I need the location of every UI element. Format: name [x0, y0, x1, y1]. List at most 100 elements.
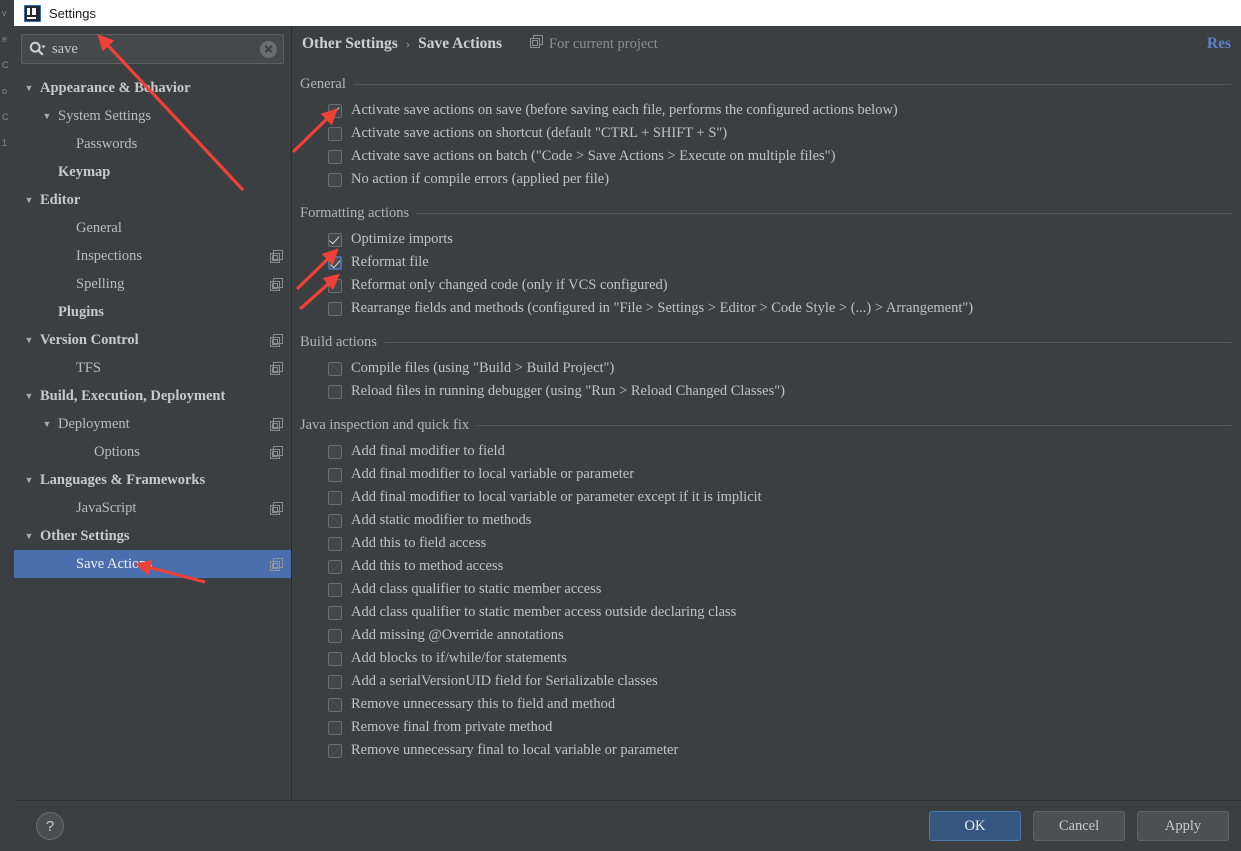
sidebar-item-spelling[interactable]: Spelling	[14, 270, 291, 298]
checkbox-unchecked[interactable]	[328, 582, 342, 597]
chevron-down-icon[interactable]: ▼	[22, 531, 36, 541]
checkbox-unchecked[interactable]	[328, 628, 342, 643]
section-title: Build actions	[300, 334, 377, 350]
section-header-general: General	[292, 76, 1231, 93]
checkbox-label: Remove unnecessary this to field and met…	[351, 696, 616, 712]
checkbox-unchecked[interactable]	[328, 697, 342, 712]
settings-tree[interactable]: ▼ Appearance & Behavior ▼ System Settings Pa…	[14, 70, 291, 800]
sidebar-item-languages-frameworks[interactable]: ▼ Languages & Frameworks	[14, 466, 291, 494]
sidebar-item-label: TFS	[76, 359, 101, 376]
checkbox-row[interactable]: Add static modifier to methods	[292, 509, 1231, 532]
sidebar-item-appearance-behavior[interactable]: ▼ Appearance & Behavior	[14, 74, 291, 102]
checkbox-label: Reformat only changed code (only if VCS …	[351, 277, 668, 293]
sidebar-item-passwords[interactable]: Passwords	[14, 130, 291, 158]
checkbox-unchecked[interactable]	[328, 490, 342, 505]
checkbox-unchecked[interactable]	[328, 301, 342, 316]
checkbox-row[interactable]: Activate save actions on batch ("Code > …	[292, 145, 1231, 168]
checkbox-row[interactable]: Add class qualifier to static member acc…	[292, 601, 1231, 624]
checkbox-row[interactable]: Reformat only changed code (only if VCS …	[292, 274, 1231, 297]
sidebar-item-label: Build, Execution, Deployment	[40, 387, 226, 404]
sidebar-item-javascript[interactable]: JavaScript	[14, 494, 291, 522]
chevron-down-icon[interactable]: ▼	[22, 335, 36, 345]
sidebar-item-options[interactable]: Options	[14, 438, 291, 466]
checkbox-unchecked[interactable]	[328, 467, 342, 482]
sidebar-item-deployment[interactable]: ▼ Deployment	[14, 410, 291, 438]
project-scope-icon	[270, 501, 283, 515]
chevron-down-icon[interactable]: ▼	[22, 83, 36, 93]
sidebar-item-inspections[interactable]: Inspections	[14, 242, 291, 270]
checkbox-row[interactable]: Add final modifier to local variable or …	[292, 486, 1231, 509]
checkbox-unchecked[interactable]	[328, 674, 342, 689]
help-button[interactable]: ?	[36, 812, 64, 840]
checkbox-row[interactable]: Add class qualifier to static member acc…	[292, 578, 1231, 601]
checkbox-row[interactable]: Add this to method access	[292, 555, 1231, 578]
checkbox-checked[interactable]	[328, 103, 342, 118]
chevron-down-icon[interactable]: ▼	[40, 111, 54, 121]
search-input[interactable]	[48, 39, 260, 59]
checkbox-row[interactable]: No action if compile errors (applied per…	[292, 168, 1231, 191]
sidebar-item-keymap[interactable]: Keymap	[14, 158, 291, 186]
checkbox-unchecked[interactable]	[328, 605, 342, 620]
sidebar-item-label: Inspections	[76, 247, 143, 264]
checkbox-label: Activate save actions on shortcut (defau…	[351, 125, 728, 141]
checkbox-unchecked[interactable]	[328, 743, 342, 758]
search-icon[interactable]	[28, 40, 46, 58]
ok-button[interactable]: OK	[929, 811, 1021, 841]
sidebar-item-system-settings[interactable]: ▼ System Settings	[14, 102, 291, 130]
checkbox-unchecked[interactable]	[328, 126, 342, 141]
checkbox-unchecked[interactable]	[328, 444, 342, 459]
checkbox-unchecked[interactable]	[328, 536, 342, 551]
checkbox-unchecked[interactable]	[328, 513, 342, 528]
checkbox-row[interactable]: Activate save actions on shortcut (defau…	[292, 122, 1231, 145]
checkbox-row[interactable]: Remove unnecessary final to local variab…	[292, 739, 1231, 762]
checkbox-unchecked[interactable]	[328, 172, 342, 187]
sidebar-item-editor[interactable]: ▼ Editor	[14, 186, 291, 214]
checkbox-checked[interactable]	[328, 255, 342, 270]
checkbox-unchecked[interactable]	[328, 278, 342, 293]
checkbox-row[interactable]: Add missing @Override annotations	[292, 624, 1231, 647]
clear-icon[interactable]	[260, 40, 277, 58]
breadcrumb-parent[interactable]: Other Settings	[302, 35, 398, 53]
checkbox-unchecked[interactable]	[328, 149, 342, 164]
checkbox-row[interactable]: Remove unnecessary this to field and met…	[292, 693, 1231, 716]
checkbox-row[interactable]: Compile files (using "Build > Build Proj…	[292, 357, 1231, 380]
chevron-down-icon[interactable]: ▼	[22, 391, 36, 401]
checkbox-row[interactable]: Rearrange fields and methods (configured…	[292, 297, 1231, 320]
checkbox-checked[interactable]	[328, 232, 342, 247]
sidebar-item-other-settings[interactable]: ▼ Other Settings	[14, 522, 291, 550]
checkbox-row[interactable]: Add final modifier to field	[292, 440, 1231, 463]
chevron-down-icon[interactable]: ▼	[22, 195, 36, 205]
checkbox-unchecked[interactable]	[328, 559, 342, 574]
checkbox-row[interactable]: Remove final from private method	[292, 716, 1231, 739]
checkbox-row[interactable]: Optimize imports	[292, 228, 1231, 251]
checkbox-row[interactable]: Reformat file	[292, 251, 1231, 274]
sidebar-item-version-control[interactable]: ▼ Version Control	[14, 326, 291, 354]
apply-button[interactable]: Apply	[1137, 811, 1229, 841]
sidebar-item-general[interactable]: General	[14, 214, 291, 242]
sidebar-item-label: Plugins	[58, 303, 104, 320]
checkbox-unchecked[interactable]	[328, 361, 342, 376]
checkbox-label: Add this to field access	[351, 535, 487, 551]
sidebar-item-plugins[interactable]: Plugins	[14, 298, 291, 326]
checkbox-row[interactable]: Reload files in running debugger (using …	[292, 380, 1231, 403]
sidebar-item-tfs[interactable]: TFS	[14, 354, 291, 382]
chevron-down-icon[interactable]: ▼	[22, 475, 36, 485]
checkbox-row[interactable]: Activate save actions on save (before sa…	[292, 99, 1231, 122]
checkbox-label: Add this to method access	[351, 558, 504, 574]
sidebar-item-save-actions[interactable]: Save Actions	[14, 550, 291, 578]
settings-content-pane: Other Settings › Save Actions For curren…	[292, 26, 1241, 800]
sidebar-item-build-execution-deployment[interactable]: ▼ Build, Execution, Deployment	[14, 382, 291, 410]
checkbox-unchecked[interactable]	[328, 651, 342, 666]
checkbox-row[interactable]: Add blocks to if/while/for statements	[292, 647, 1231, 670]
checkbox-row[interactable]: Add final modifier to local variable or …	[292, 463, 1231, 486]
checkbox-row[interactable]: Add this to field access	[292, 532, 1231, 555]
checkbox-row[interactable]: Add a serialVersionUID field for Seriali…	[292, 670, 1231, 693]
section-title: General	[300, 76, 346, 92]
section-divider	[477, 425, 1231, 426]
checkbox-unchecked[interactable]	[328, 384, 342, 399]
reset-link[interactable]: Res	[1207, 35, 1231, 53]
cancel-button[interactable]: Cancel	[1033, 811, 1125, 841]
chevron-down-icon[interactable]: ▼	[40, 419, 54, 429]
checkbox-unchecked[interactable]	[328, 720, 342, 735]
search-box[interactable]	[21, 34, 284, 64]
